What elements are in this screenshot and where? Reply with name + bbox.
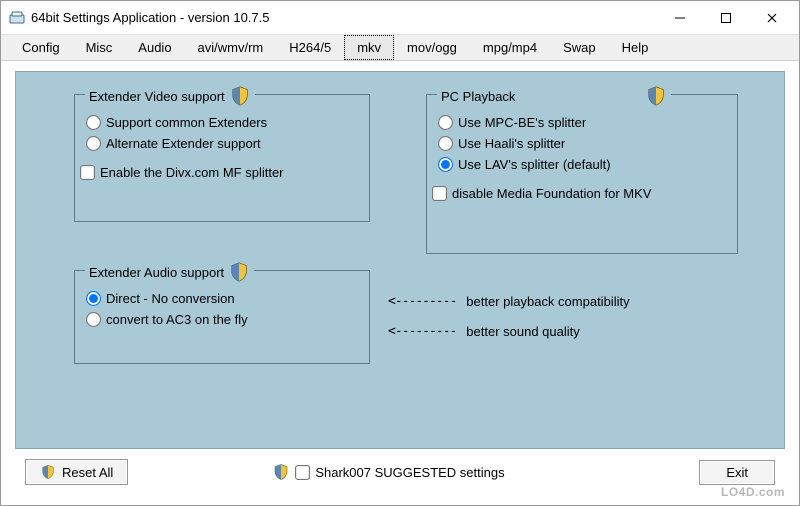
checkbox-enable-divx-mf-splitter[interactable]: Enable the Divx.com MF splitter: [81, 165, 357, 180]
window-controls: [657, 3, 795, 33]
button-label: Reset All: [62, 465, 113, 480]
content-panel: Extender Video support Support common Ex…: [15, 71, 785, 449]
radio-label: Use MPC-BE's splitter: [458, 115, 586, 130]
reset-all-button[interactable]: Reset All: [25, 459, 128, 485]
tab-audio[interactable]: Audio: [125, 35, 184, 60]
close-button[interactable]: [749, 3, 795, 33]
group-pc-playback: PC Playback Use MPC-BE's splitter Use Ha…: [426, 94, 738, 254]
annotation-text: better sound quality: [466, 324, 579, 339]
app-icon: [9, 10, 25, 26]
radio-use-mpc-be-splitter[interactable]: Use MPC-BE's splitter: [439, 115, 725, 130]
radio-alternate-extender-support[interactable]: Alternate Extender support: [87, 136, 357, 151]
group-legend-text: PC Playback: [441, 89, 515, 104]
shield-icon: [272, 463, 290, 481]
shield-icon: [40, 464, 56, 480]
group-legend: Extender Audio support: [85, 261, 254, 283]
suggested-settings-row: Shark007 SUGGESTED settings: [268, 463, 504, 481]
suggested-settings-checkbox[interactable]: [295, 465, 310, 480]
tab-mkv[interactable]: mkv: [344, 35, 394, 60]
checkbox-label: Enable the Divx.com MF splitter: [100, 165, 284, 180]
radio-direct-no-conversion[interactable]: Direct - No conversion: [87, 291, 357, 306]
watermark-text: LO4D.com: [721, 485, 785, 499]
tab-help[interactable]: Help: [609, 35, 662, 60]
tab-h264-5[interactable]: H264/5: [276, 35, 344, 60]
tab-swap[interactable]: Swap: [550, 35, 609, 60]
maximize-button[interactable]: [703, 3, 749, 33]
tab-config[interactable]: Config: [9, 35, 73, 60]
group-legend-text: Extender Audio support: [89, 265, 224, 280]
radio-convert-to-ac3[interactable]: convert to AC3 on the fly: [87, 312, 357, 327]
shield-icon: [645, 85, 667, 107]
arrow-icon: <---------: [388, 324, 456, 339]
annotation-text: better playback compatibility: [466, 294, 629, 309]
radio-label: Alternate Extender support: [106, 136, 261, 151]
shield-icon: [229, 85, 251, 107]
window-title: 64bit Settings Application - version 10.…: [31, 10, 657, 25]
checkbox-disable-media-foundation-mkv[interactable]: disable Media Foundation for MKV: [433, 186, 725, 201]
group-legend: Extender Video support: [85, 85, 255, 107]
tab-mpg-mp4[interactable]: mpg/mp4: [470, 35, 550, 60]
radio-use-lav-splitter[interactable]: Use LAV's splitter (default): [439, 157, 725, 172]
annotation-sound-quality: <--------- better sound quality: [388, 324, 580, 339]
radio-support-common-extenders[interactable]: Support common Extenders: [87, 115, 357, 130]
exit-button[interactable]: Exit: [699, 460, 775, 485]
group-body: Support common Extenders Alternate Exten…: [75, 95, 369, 196]
group-extender-audio: Extender Audio support Direct - No conve…: [74, 270, 370, 364]
group-legend-text: Extender Video support: [89, 89, 225, 104]
radio-label: Support common Extenders: [106, 115, 267, 130]
group-extender-video: Extender Video support Support common Ex…: [74, 94, 370, 222]
titlebar: 64bit Settings Application - version 10.…: [1, 1, 799, 35]
checkbox-label: disable Media Foundation for MKV: [452, 186, 651, 201]
annotation-compatibility: <--------- better playback compatibility: [388, 294, 630, 309]
client-area: Extender Video support Support common Ex…: [1, 61, 799, 505]
minimize-button[interactable]: [657, 3, 703, 33]
radio-label: Direct - No conversion: [106, 291, 235, 306]
tab-avi-wmv-rm[interactable]: avi/wmv/rm: [185, 35, 277, 60]
tab-bar: ConfigMiscAudioavi/wmv/rmH264/5mkvmov/og…: [1, 35, 799, 61]
app-window: 64bit Settings Application - version 10.…: [0, 0, 800, 506]
button-label: Exit: [726, 465, 748, 480]
checkbox-label: Shark007 SUGGESTED settings: [315, 465, 504, 480]
arrow-icon: <---------: [388, 294, 456, 309]
group-legend: PC Playback: [437, 85, 671, 107]
tab-misc[interactable]: Misc: [73, 35, 126, 60]
radio-label: Use LAV's splitter (default): [458, 157, 611, 172]
tab-mov-ogg[interactable]: mov/ogg: [394, 35, 470, 60]
radio-label: Use Haali's splitter: [458, 136, 565, 151]
group-body: Use MPC-BE's splitter Use Haali's splitt…: [427, 95, 737, 213]
radio-use-haali-splitter[interactable]: Use Haali's splitter: [439, 136, 725, 151]
shield-icon: [228, 261, 250, 283]
footer-bar: Reset All Shark007 SUGGESTED settings Ex…: [15, 449, 785, 495]
radio-label: convert to AC3 on the fly: [106, 312, 248, 327]
